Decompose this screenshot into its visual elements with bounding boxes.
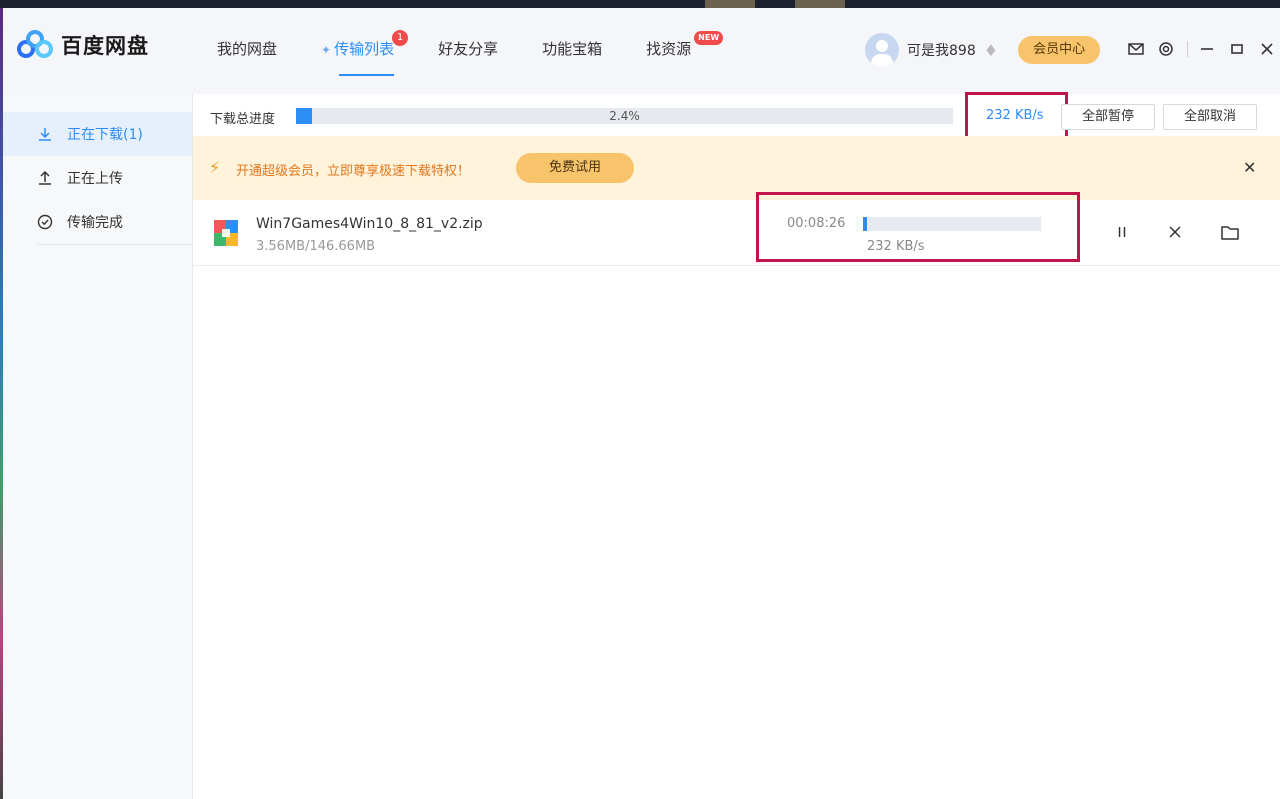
app-window: 百度网盘 我的网盘 ✦传输列表 1 好友分享 功能宝箱 找资源 NEW 可是我: [3, 8, 1280, 799]
app-title: 百度网盘: [61, 34, 149, 58]
user-area: 可是我898 ♦ 会员中心: [865, 33, 1101, 67]
settings-icon[interactable]: [1157, 40, 1175, 58]
tab-toolbox[interactable]: 功能宝箱: [542, 38, 602, 78]
tab-label: 找资源: [646, 40, 692, 58]
title-bar: 百度网盘 我的网盘 ✦传输列表 1 好友分享 功能宝箱 找资源 NEW 可是我: [3, 8, 1280, 94]
upload-icon: [37, 170, 53, 186]
table-row[interactable]: Win7Games4Win10_8_81_v2.zip 3.56MB/146.6…: [193, 192, 1280, 266]
file-size: 3.56MB/146.66MB: [256, 239, 376, 254]
sidebar-item-label: 正在上传: [67, 171, 123, 187]
app-logo: 百度网盘: [17, 30, 149, 60]
highlight-box: [756, 192, 1080, 262]
tab-my-netdisk[interactable]: 我的网盘: [217, 38, 277, 78]
cloud-logo-icon: [17, 30, 53, 60]
sparkle-icon: ✦: [321, 43, 332, 57]
vip-center-button[interactable]: 会员中心: [1018, 36, 1101, 64]
tab-friend-share[interactable]: 好友分享: [438, 38, 498, 78]
desktop-background: [0, 0, 1280, 8]
file-name: Win7Games4Win10_8_81_v2.zip: [256, 216, 483, 232]
tab-label: 好友分享: [438, 40, 499, 58]
diamond-icon[interactable]: ♦: [984, 41, 998, 60]
tab-label: 传输列表: [334, 40, 395, 58]
mail-icon[interactable]: [1127, 40, 1145, 58]
divider: [1187, 41, 1188, 57]
total-progress-percent: 2.4%: [609, 109, 640, 123]
cancel-icon[interactable]: [1165, 222, 1185, 242]
tab-transfer-list[interactable]: ✦ 传输列表 1: [321, 30, 409, 78]
tab-label: 功能宝箱: [542, 40, 603, 58]
sidebar-item-completed[interactable]: 传输完成: [3, 200, 192, 244]
free-trial-button[interactable]: 免费试用: [516, 153, 634, 183]
promo-text: 开通超级会员，立即尊享极速下载特权！: [236, 164, 471, 179]
main-nav: 我的网盘 ✦ 传输列表 1 好友分享 功能宝箱 找资源 NEW: [217, 30, 735, 78]
cancel-all-button[interactable]: 全部取消: [1163, 104, 1257, 130]
count-badge: 1: [392, 30, 409, 46]
close-icon[interactable]: [1258, 40, 1276, 58]
sidebar-item-downloading[interactable]: 正在下载(1): [3, 112, 192, 156]
new-badge: NEW: [694, 31, 724, 45]
divider: [37, 244, 193, 245]
pause-all-button[interactable]: 全部暂停: [1061, 104, 1155, 130]
vip-promo-banner: ⚡ 开通超级会员，立即尊享极速下载特权！ 免费试用 ✕: [193, 136, 1280, 200]
tab-label: 我的网盘: [217, 40, 278, 58]
total-progress-bar: 2.4%: [296, 108, 953, 124]
sidebar: 正在下载(1) 正在上传 传输完成: [3, 94, 193, 799]
minimize-icon[interactable]: [1198, 40, 1216, 58]
lightning-icon: ⚡: [209, 158, 221, 177]
sidebar-item-label: 正在下载(1): [67, 127, 143, 143]
zip-file-icon: [214, 220, 238, 246]
total-progress-label: 下载总进度: [210, 112, 276, 127]
window-controls: [1127, 40, 1280, 58]
folder-icon[interactable]: [1220, 222, 1240, 242]
sidebar-item-uploading[interactable]: 正在上传: [3, 156, 192, 200]
desktop-thumbnail: [705, 0, 755, 8]
download-icon: [37, 126, 53, 142]
close-icon[interactable]: ✕: [1243, 158, 1256, 177]
sidebar-item-label: 传输完成: [67, 215, 123, 231]
total-progress-row: 下载总进度 2.4% 232 KB/s 全部暂停 全部取消: [193, 92, 1280, 146]
pause-icon[interactable]: [1112, 222, 1132, 242]
username[interactable]: 可是我898: [907, 40, 976, 60]
tab-find-resources[interactable]: 找资源 NEW: [646, 31, 724, 78]
desktop-thumbnail: [795, 0, 845, 8]
avatar[interactable]: [865, 33, 899, 67]
transfer-panel: 下载总进度 2.4% 232 KB/s 全部暂停 全部取消 ⚡ 开通超级会员，立…: [193, 92, 1280, 799]
maximize-icon[interactable]: [1228, 40, 1246, 58]
check-circle-icon: [37, 214, 53, 230]
